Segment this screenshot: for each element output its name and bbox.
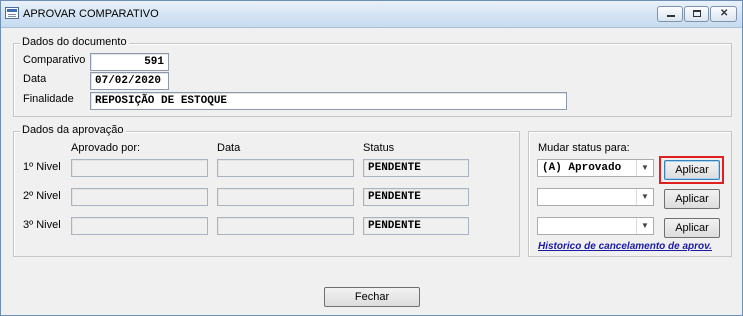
close-window-button[interactable]: ✕ xyxy=(710,6,737,22)
maximize-button[interactable] xyxy=(684,6,709,22)
col-aprovado-header: Aprovado por: xyxy=(71,142,141,154)
status-select-1-value: (A) Aprovado xyxy=(542,162,622,174)
app-window-icon xyxy=(5,7,19,19)
apply-button-3[interactable]: Aplicar xyxy=(664,218,720,238)
chevron-down-icon: ▼ xyxy=(636,189,653,205)
nivel-2-label: 2º Nivel xyxy=(23,190,61,202)
cancel-history-link[interactable]: Historico de cancelamento de aprov. xyxy=(538,241,712,252)
nivel-1-aprovado-field[interactable] xyxy=(71,159,208,177)
nivel-1-status-field[interactable]: PENDENTE xyxy=(363,159,469,177)
minimize-icon xyxy=(667,15,675,17)
nivel-1-data-field[interactable] xyxy=(217,159,354,177)
nivel-1-label: 1º Nivel xyxy=(23,161,61,173)
nivel-2-aprovado-field[interactable] xyxy=(71,188,208,206)
comparativo-field[interactable]: 591 xyxy=(90,53,169,71)
minimize-button[interactable] xyxy=(657,6,683,22)
apply-button-1[interactable]: Aplicar xyxy=(664,160,720,180)
apply-button-2[interactable]: Aplicar xyxy=(664,189,720,209)
col-data-header: Data xyxy=(217,142,241,154)
nivel-3-status-field[interactable]: PENDENTE xyxy=(363,217,469,235)
nivel-2-status-field[interactable]: PENDENTE xyxy=(363,188,469,206)
window-title: APROVAR COMPARATIVO xyxy=(23,8,159,20)
title-bar: APROVAR COMPARATIVO ✕ xyxy=(1,1,742,28)
col-status-header: Status xyxy=(363,142,395,154)
status-select-1[interactable]: (A) Aprovado ▼ xyxy=(537,159,654,177)
approval-group-label: Dados da aprovação xyxy=(20,124,126,136)
finalidade-label: Finalidade xyxy=(23,93,74,105)
chevron-down-icon: ▼ xyxy=(636,160,653,176)
close-icon: ✕ xyxy=(720,8,729,19)
dialog-window: APROVAR COMPARATIVO ✕ Dados do documento… xyxy=(0,0,743,316)
document-group-label: Dados do documento xyxy=(20,36,129,48)
data-field[interactable]: 07/02/2020 xyxy=(90,72,169,90)
nivel-2-data-field[interactable] xyxy=(217,188,354,206)
nivel-3-data-field[interactable] xyxy=(217,217,354,235)
finalidade-field[interactable]: REPOSIÇÃO DE ESTOQUE xyxy=(90,92,567,110)
nivel-3-label: 3º Nivel xyxy=(23,219,61,231)
status-select-3[interactable]: ▼ xyxy=(537,217,654,235)
maximize-icon xyxy=(693,10,701,17)
nivel-3-aprovado-field[interactable] xyxy=(71,217,208,235)
data-label: Data xyxy=(23,73,47,85)
comparativo-label: Comparativo xyxy=(23,54,86,66)
chevron-down-icon: ▼ xyxy=(636,218,653,234)
status-change-label: Mudar status para: xyxy=(538,142,630,154)
close-button[interactable]: Fechar xyxy=(324,287,420,307)
status-select-2[interactable]: ▼ xyxy=(537,188,654,206)
